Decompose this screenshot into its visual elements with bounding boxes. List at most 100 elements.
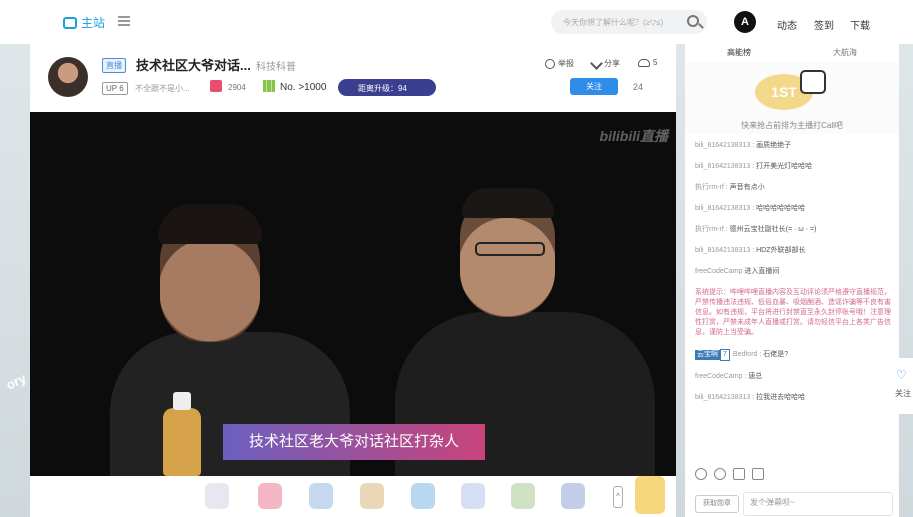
chat-text: HDZ外联部部长 — [756, 247, 806, 254]
floating-follow-button[interactable]: ♡ 关注 — [892, 358, 913, 414]
gift-item-3[interactable] — [309, 483, 333, 509]
system-notice: 系统提示：哔哩哔哩直播内容及互动评论须严格遵守直播规范，严禁传播违法违规、低俗血… — [695, 289, 891, 336]
streamer-avatar[interactable] — [48, 57, 88, 97]
up-level-badge: UP 6 — [102, 82, 128, 95]
side-panel: 高能榜 大航海 1ST 快来抢占前排为主播打Call吧 bili_8164213… — [685, 44, 899, 517]
report-label: 举报 — [558, 59, 574, 68]
chat-user[interactable]: freeCodeCamp — [695, 373, 742, 380]
follow-button[interactable]: 关注 — [570, 78, 618, 95]
video-caption: 技术社区老大爷对话社区打杂人 — [223, 424, 485, 460]
chat-text: 画质绝绝子 — [756, 142, 792, 149]
chat-message: 执行rm-rf : 德州云宝社副社长(= · ω · =) — [695, 226, 817, 233]
chat-user[interactable]: bili_81642138313 — [695, 163, 750, 170]
chat-user[interactable]: bili_81642138313 — [695, 205, 750, 212]
heart-icon: ♡ — [896, 368, 907, 382]
user-avatar[interactable]: A — [734, 11, 756, 33]
chat-text: 进入直播间 — [744, 268, 780, 275]
home-link-label: 主站 — [81, 16, 106, 30]
fan-medal-level: 7 — [720, 349, 730, 361]
rank-tip: 快来抢占前排为主播打Call吧 — [741, 121, 843, 130]
chat-text: 拉我进去哈哈哈 — [756, 394, 806, 401]
gift-item-5[interactable] — [411, 483, 435, 509]
chat-user[interactable]: 执行rm-rf — [695, 226, 724, 233]
level-progress-pill[interactable]: 距离升级：94 — [338, 79, 436, 96]
tv-mascot-icon — [800, 70, 826, 94]
chat-text: 哈哈哈哈哈哈哈 — [756, 205, 806, 212]
chat-message: bili_81642138313 : 哈哈哈哈哈哈哈 — [695, 205, 806, 212]
emoji-icon[interactable] — [695, 468, 707, 480]
chat-text: 打开美光灯哈哈哈 — [756, 163, 813, 170]
image-icon[interactable] — [752, 468, 764, 480]
chat-text: 唐总 — [748, 373, 763, 380]
danmaku-input[interactable]: 发个弹幕呗~ — [743, 492, 893, 516]
gift-more-button[interactable]: ^ — [613, 486, 623, 508]
chat-enter-message: freeCodeCamp 进入直播间 — [695, 267, 895, 277]
nav-link-dynamic[interactable]: 动态 — [777, 17, 797, 32]
gift-item-4[interactable] — [360, 483, 384, 509]
person-left-hair — [158, 204, 262, 244]
share-icon — [590, 57, 603, 70]
chat-message: 云宝啊 7 Bedford : 石佬是? — [695, 349, 895, 361]
gift-item-1[interactable] — [205, 483, 229, 509]
chat-message: bili_81642138313 : 画质绝绝子 — [695, 142, 792, 149]
gift-item-2[interactable] — [258, 483, 282, 509]
home-link[interactable]: 主站 — [63, 14, 105, 31]
gift-tool-icon[interactable] — [733, 468, 745, 480]
chat-text: 声音有点小 — [729, 184, 765, 191]
rank-text[interactable]: No. >1000 — [280, 82, 326, 93]
fan-medal[interactable]: 云宝啊 — [695, 350, 720, 360]
room-category[interactable]: 科技科普 — [256, 58, 296, 73]
background-decor-text: ory — [3, 370, 29, 393]
search-input[interactable]: 今天你想了解什么呢？(≥▽≤) — [551, 10, 707, 34]
chat-list: bili_81642138313 : 画质绝绝子 bili_8164213831… — [695, 141, 895, 414]
viewer-count-value: 5 — [653, 58, 658, 67]
live-badge: 直播 — [102, 58, 126, 73]
follow-count: 24 — [633, 82, 644, 92]
viewers-icon — [638, 58, 650, 67]
chat-user[interactable]: bili_81642138313 — [695, 394, 750, 401]
gift-icon — [210, 80, 222, 92]
get-medal-button[interactable]: 获取勋章 — [695, 495, 739, 513]
report-button[interactable]: 举报 — [545, 58, 574, 69]
chat-message: bili_81642138313 : 拉我进去哈哈哈 — [695, 394, 806, 401]
nav-link-checkin[interactable]: 签到 — [814, 17, 834, 32]
search-placeholder: 今天你想了解什么呢？(≥▽≤) — [563, 18, 664, 27]
chat-user[interactable]: freeCodeCamp — [695, 268, 742, 275]
room-title: 技术社区大爷对话... — [136, 58, 251, 73]
gift-item-6[interactable] — [461, 483, 485, 509]
tab-guard[interactable]: 大航海 — [833, 47, 857, 58]
sticker-icon[interactable] — [714, 468, 726, 480]
tea-bottle — [163, 392, 201, 476]
bilibili-live-watermark: bilibili直播 — [599, 128, 668, 144]
menu-icon[interactable] — [118, 16, 130, 26]
chat-tools — [695, 468, 764, 480]
chat-user[interactable]: bili_81642138313 — [695, 142, 750, 149]
gift-count: 2904 — [228, 83, 246, 92]
up-name[interactable]: 不全跟不是小... — [135, 83, 190, 94]
chat-user[interactable]: Bedford — [733, 351, 758, 358]
floating-follow-label: 关注 — [895, 389, 911, 398]
gift-item-8[interactable] — [561, 483, 585, 509]
top-nav: 主站 今天你想了解什么呢？(≥▽≤) A 动态 签到 下载 — [0, 0, 913, 44]
search-icon[interactable] — [687, 15, 699, 27]
rank-area: 1ST 快来抢占前排为主播打Call吧 — [685, 62, 899, 134]
chat-message: 执行rm-rf : 声音有点小 — [695, 184, 765, 191]
nav-link-download[interactable]: 下载 — [850, 17, 870, 32]
chat-text: 德州云宝社副社长(= · ω · =) — [729, 226, 817, 233]
warning-icon — [545, 58, 555, 69]
video-player[interactable]: bilibili直播 技术社区老大爷对话社区打杂人 — [30, 112, 676, 476]
chat-user[interactable]: bili_81642138313 — [695, 247, 750, 254]
chat-message: bili_81642138313 : 打开美光灯哈哈哈 — [695, 163, 813, 170]
share-label: 分享 — [604, 59, 620, 68]
share-button[interactable]: 分享 — [590, 57, 620, 70]
viewer-count: 5 — [638, 58, 657, 67]
tab-energy-rank[interactable]: 高能榜 — [727, 47, 751, 58]
rank-bars-icon — [263, 80, 275, 92]
person-right-hair — [462, 188, 554, 218]
gift-mascot[interactable] — [635, 476, 665, 514]
chat-user[interactable]: 执行rm-rf — [695, 184, 724, 191]
player-card: 直播 技术社区大爷对话... 科技科普 UP 6 不全跟不是小... 2904 … — [30, 44, 676, 517]
rank-tabs: 高能榜 大航海 — [685, 44, 899, 62]
gift-bar: ^ — [30, 476, 676, 517]
gift-item-7[interactable] — [511, 483, 535, 509]
